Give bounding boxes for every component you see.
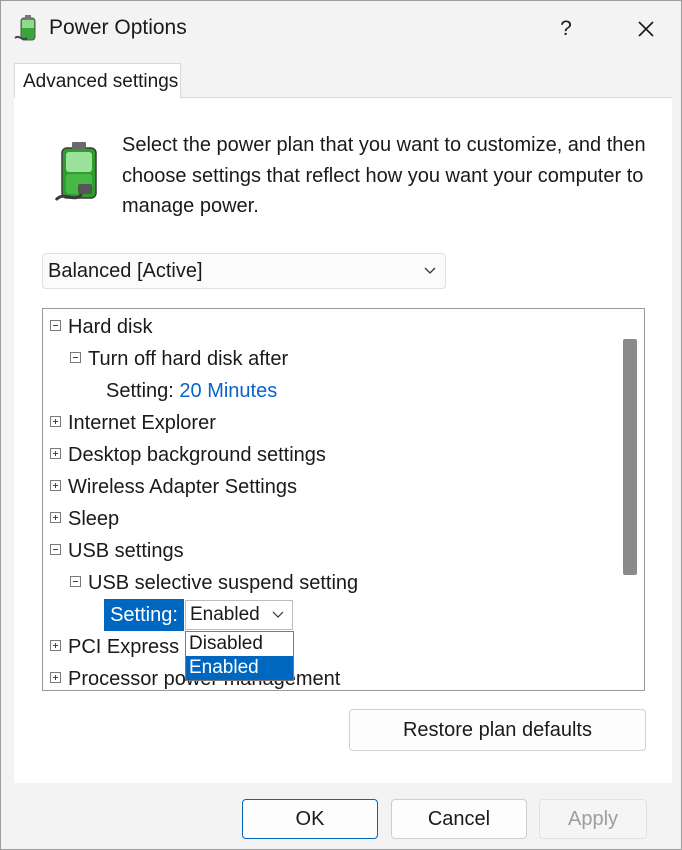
tree-scrollbar[interactable] bbox=[614, 309, 644, 690]
setting-value-link[interactable]: 20 Minutes bbox=[179, 380, 277, 402]
description-text: Select the power plan that you want to c… bbox=[122, 134, 646, 217]
expand-icon[interactable] bbox=[50, 640, 61, 652]
tree-item-hard-disk[interactable]: Hard disk bbox=[50, 311, 152, 343]
collapse-icon[interactable] bbox=[50, 544, 61, 556]
expand-icon[interactable] bbox=[50, 448, 61, 460]
expand-icon[interactable] bbox=[50, 512, 61, 524]
collapse-icon[interactable] bbox=[70, 352, 81, 364]
expand-icon[interactable] bbox=[50, 480, 61, 492]
tree-item-turn-off-hard-disk[interactable]: Turn off hard disk after bbox=[70, 343, 288, 375]
expand-icon[interactable] bbox=[50, 672, 61, 684]
power-options-window: Power Options ? Advanced settings Select… bbox=[0, 0, 682, 850]
close-icon bbox=[638, 21, 654, 37]
cancel-button[interactable]: Cancel bbox=[391, 799, 527, 839]
tree-item-usb-settings[interactable]: USB settings bbox=[50, 535, 184, 567]
chevron-down-icon bbox=[424, 267, 436, 274]
tree-item-usb-selective-suspend[interactable]: USB selective suspend setting bbox=[70, 567, 358, 599]
usb-setting-label-selected[interactable]: Setting: bbox=[104, 599, 184, 631]
battery-plug-icon bbox=[54, 142, 97, 202]
power-plan-select[interactable]: Balanced [Active] bbox=[42, 253, 446, 289]
tree-item-label: PCI Express bbox=[68, 636, 180, 658]
dialog-footer: OK Cancel Apply bbox=[1, 783, 681, 849]
tree-item-label: Internet Explorer bbox=[68, 412, 216, 434]
close-button[interactable] bbox=[621, 9, 671, 49]
expand-icon[interactable] bbox=[50, 416, 61, 428]
settings-tree: Hard disk Turn off hard disk after Setti… bbox=[42, 308, 645, 691]
tree-item-desktop-background[interactable]: Desktop background settings bbox=[50, 439, 326, 471]
power-options-icon bbox=[14, 15, 36, 41]
tree-item-label: Desktop background settings bbox=[68, 444, 326, 466]
tree-item-sleep[interactable]: Sleep bbox=[50, 503, 119, 535]
advanced-settings-panel: Select the power plan that you want to c… bbox=[14, 97, 672, 784]
dropdown-option-enabled[interactable]: Enabled bbox=[186, 656, 293, 680]
help-button[interactable]: ? bbox=[541, 9, 591, 49]
tree-item-hard-disk-setting[interactable]: Setting: 20 Minutes bbox=[106, 375, 277, 407]
ok-button[interactable]: OK bbox=[242, 799, 378, 839]
collapse-icon[interactable] bbox=[50, 320, 61, 332]
tree-item-internet-explorer[interactable]: Internet Explorer bbox=[50, 407, 216, 439]
tree-item-label: USB settings bbox=[68, 540, 184, 562]
apply-button[interactable]: Apply bbox=[539, 799, 647, 839]
title-bar: Power Options ? bbox=[1, 1, 681, 57]
setting-label: Setting: bbox=[106, 380, 174, 402]
power-plan-value: Balanced [Active] bbox=[48, 260, 203, 282]
tree-item-wireless-adapter[interactable]: Wireless Adapter Settings bbox=[50, 471, 297, 503]
scrollbar-thumb[interactable] bbox=[623, 339, 637, 575]
tree-item-pci-express[interactable]: PCI Express bbox=[50, 631, 179, 663]
tree-item-label: Turn off hard disk after bbox=[88, 348, 289, 370]
tree-item-label: USB selective suspend setting bbox=[88, 572, 359, 594]
chevron-down-icon bbox=[272, 611, 284, 618]
usb-setting-combo[interactable]: Enabled bbox=[185, 600, 293, 630]
usb-setting-value: Enabled bbox=[190, 604, 260, 625]
restore-plan-defaults-button[interactable]: Restore plan defaults bbox=[349, 709, 646, 751]
window-title: Power Options bbox=[49, 16, 187, 39]
usb-setting-dropdown-list: Disabled Enabled bbox=[185, 631, 294, 681]
tree-item-label: Sleep bbox=[68, 508, 120, 530]
dropdown-option-disabled[interactable]: Disabled bbox=[186, 632, 293, 656]
collapse-icon[interactable] bbox=[70, 576, 81, 588]
tree-item-label: Wireless Adapter Settings bbox=[68, 476, 297, 498]
tab-advanced-settings[interactable]: Advanced settings bbox=[14, 63, 181, 98]
tree-item-label: Hard disk bbox=[68, 316, 153, 338]
